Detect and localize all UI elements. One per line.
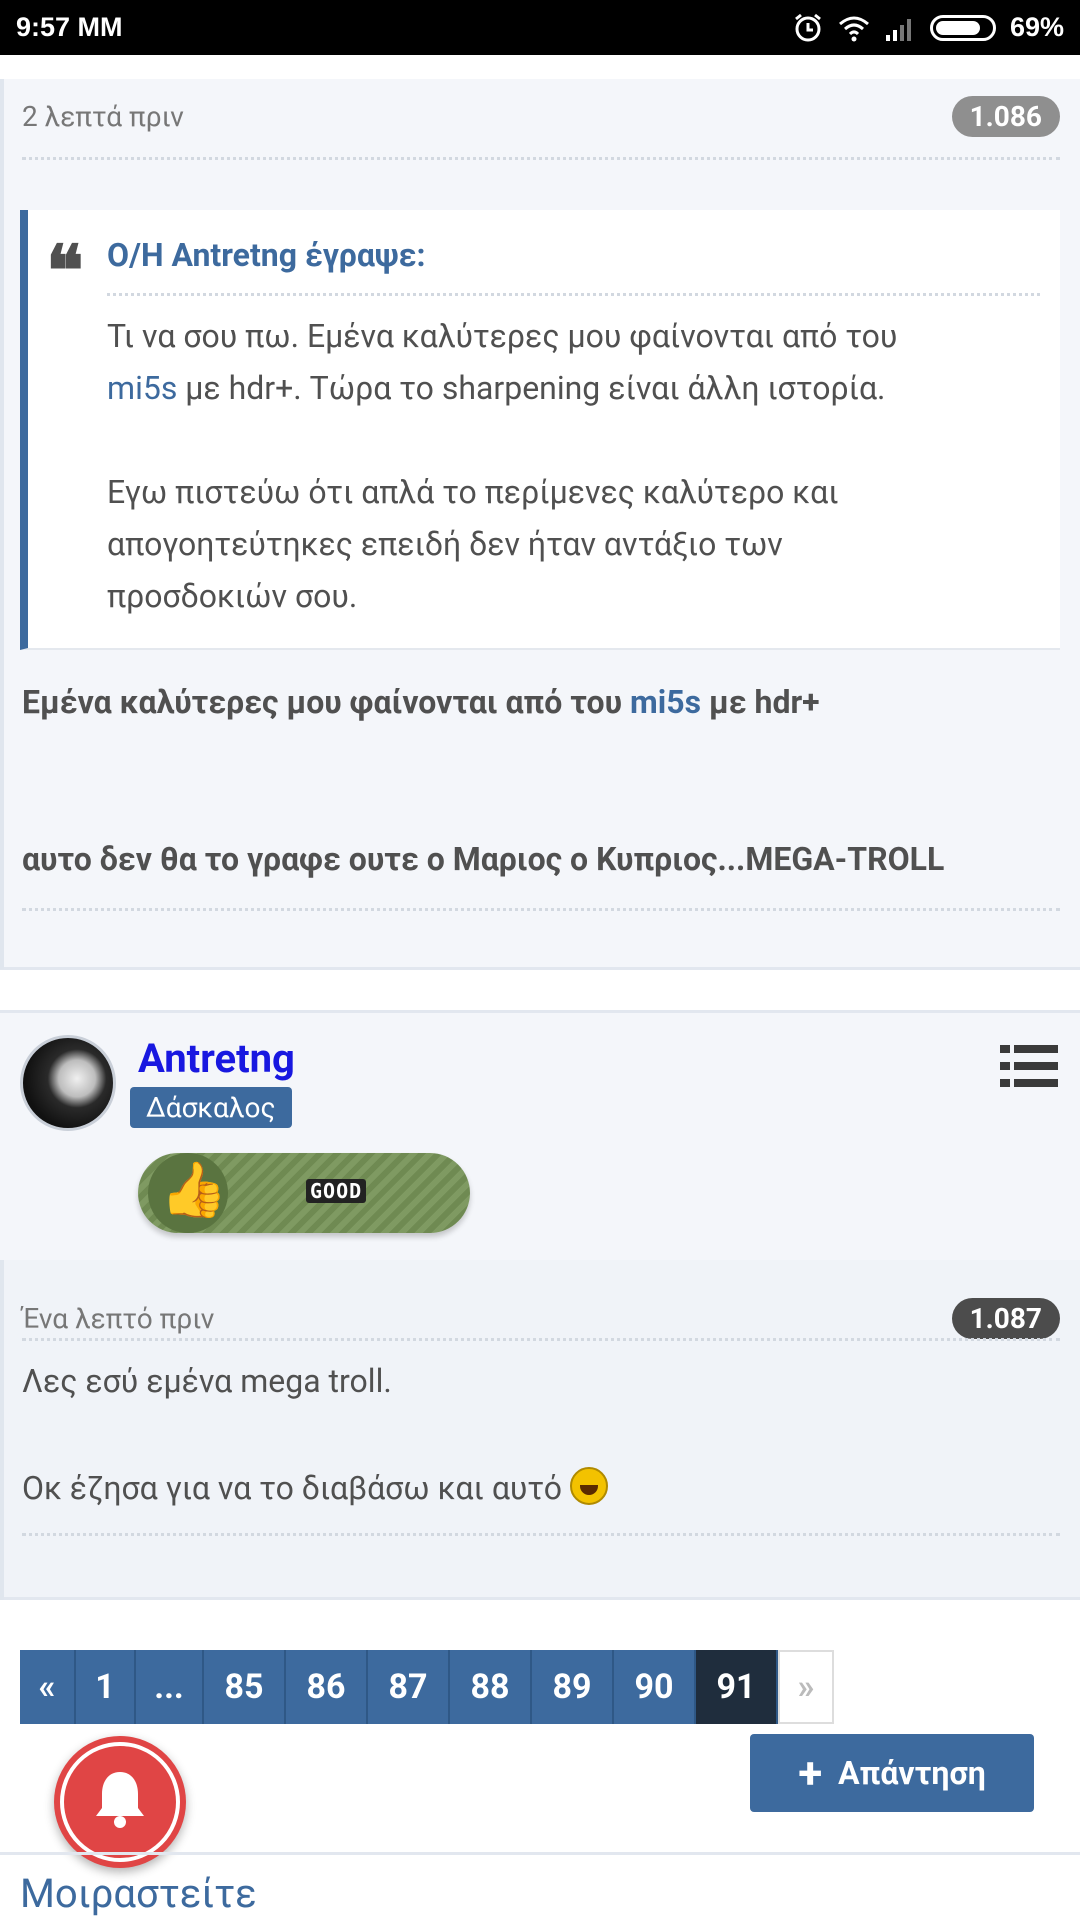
wifi-icon bbox=[838, 16, 869, 41]
divider bbox=[22, 1338, 1060, 1341]
post-text-bold: Εμένα καλύτερες μου φαίνονται από του mi… bbox=[22, 683, 820, 721]
divider bbox=[22, 1533, 1060, 1536]
page-link[interactable]: 89 bbox=[532, 1650, 614, 1724]
pagination: « 1 ... 85 86 87 88 89 90 91 » bbox=[20, 1650, 834, 1724]
divider bbox=[22, 908, 1060, 911]
quote-icon: ❝ bbox=[46, 229, 84, 312]
avatar[interactable] bbox=[20, 1035, 116, 1131]
post-meta: Ένα λεπτό πριν 1.087 bbox=[22, 1295, 1060, 1341]
quote-text: Τι να σου πω. Εμένα καλύτερες μου φαίνον… bbox=[107, 317, 898, 615]
post-text-bold: αυτο δεν θα το γραφε ουτε ο Μαριος ο Κυπ… bbox=[22, 840, 945, 878]
pagination-prev[interactable]: « bbox=[20, 1650, 76, 1724]
plus-icon: + bbox=[798, 1747, 823, 1799]
reply-button[interactable]: + Απάντηση bbox=[750, 1734, 1034, 1812]
page-link[interactable]: 85 bbox=[204, 1650, 286, 1724]
battery-percent: 69% bbox=[1009, 12, 1064, 42]
post-1087: Ένα λεπτό πριν 1.087 Λες εσύ εμένα mega … bbox=[0, 1260, 1080, 1600]
status-time: 9:57 MM bbox=[16, 12, 123, 42]
mi5s-link[interactable]: mi5s bbox=[630, 683, 701, 721]
alarm-icon bbox=[795, 13, 821, 41]
share-heading: Μοιραστείτε bbox=[20, 1870, 257, 1917]
bell-icon bbox=[96, 1772, 144, 1828]
page-link[interactable]: 88 bbox=[450, 1650, 532, 1724]
divider bbox=[107, 293, 1040, 296]
post-number-badge[interactable]: 1.086 bbox=[951, 95, 1060, 137]
battery-icon bbox=[929, 14, 996, 41]
reply-button-label: Απάντηση bbox=[838, 1754, 986, 1792]
page-link[interactable]: 87 bbox=[368, 1650, 450, 1724]
quote-author[interactable]: Ο/Η Antretng έγραψε: bbox=[107, 236, 426, 274]
post-number-badge[interactable]: 1.087 bbox=[951, 1297, 1060, 1339]
status-bar: 9:57 MM 69% bbox=[0, 0, 1080, 55]
page-link[interactable]: 1 bbox=[76, 1650, 136, 1724]
post-text: Λες εσύ εμένα mega troll. bbox=[22, 1362, 392, 1400]
status-icons: 69% bbox=[792, 12, 1064, 43]
laughing-emoji-icon bbox=[569, 1467, 608, 1505]
thumbs-up-icon bbox=[148, 1153, 228, 1233]
page-link[interactable]: 86 bbox=[286, 1650, 368, 1724]
page-ellipsis[interactable]: ... bbox=[136, 1650, 204, 1724]
divider bbox=[0, 1852, 1080, 1855]
page-link-current[interactable]: 91 bbox=[696, 1650, 778, 1724]
signal-icon bbox=[885, 18, 911, 41]
user-role-badge: Δάσκαλος bbox=[130, 1087, 292, 1128]
page-link[interactable]: 90 bbox=[614, 1650, 696, 1724]
post-time[interactable]: Ένα λεπτό πριν bbox=[22, 1302, 214, 1335]
post-meta: 2 λεπτά πριν 1.086 bbox=[22, 93, 1060, 139]
mi5s-link[interactable]: mi5s bbox=[107, 369, 177, 407]
good-reputation-badge: GOOD bbox=[138, 1153, 470, 1233]
notification-bell-button[interactable] bbox=[54, 1736, 186, 1868]
username[interactable]: Antretng bbox=[138, 1035, 295, 1082]
post-1086: 2 λεπτά πριν 1.086 ❝ Ο/Η Antretng έγραψε… bbox=[0, 55, 1080, 970]
post-author-block: Antretng Δάσκαλος GOOD bbox=[0, 1010, 1080, 1260]
pagination-next[interactable]: » bbox=[778, 1650, 834, 1724]
quote-block: ❝ Ο/Η Antretng έγραψε: Τι να σου πω. Εμέ… bbox=[20, 210, 1060, 650]
good-badge-label: GOOD bbox=[306, 1179, 367, 1203]
divider bbox=[22, 157, 1060, 160]
post-time[interactable]: 2 λεπτά πριν bbox=[22, 100, 184, 133]
list-menu-icon[interactable] bbox=[1000, 1043, 1058, 1089]
post-text: Οκ έζησα για να το διαβάσω και αυτό bbox=[22, 1467, 608, 1507]
